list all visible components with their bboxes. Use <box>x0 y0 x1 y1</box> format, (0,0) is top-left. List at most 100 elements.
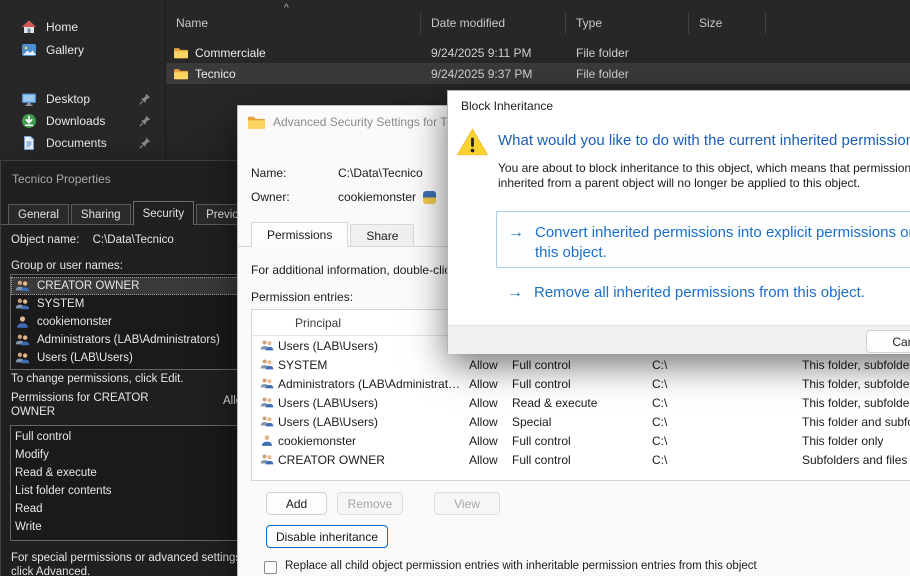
folder-icon <box>174 67 188 80</box>
permissions-for-label-line2: OWNER <box>11 405 149 419</box>
advanced-hint-line1: For special permissions or advanced sett… <box>11 551 244 565</box>
group-name: Administrators (LAB\Administrators) <box>37 334 220 346</box>
entry-access: Full control <box>512 434 652 448</box>
group-icon <box>15 297 30 311</box>
group-icon <box>260 339 274 352</box>
file-date-modified: 9/24/2025 9:37 PM <box>421 67 566 81</box>
permission-entry-row[interactable]: Users (LAB\Users) Allow Read & execute C… <box>252 393 910 412</box>
entry-applies-to: This folder, subfolders and files <box>802 396 910 410</box>
replace-permissions-checkbox[interactable] <box>264 561 277 574</box>
entry-principal: Users (LAB\Users) <box>278 415 469 429</box>
column-header-date-modified[interactable]: Date modified <box>421 12 566 34</box>
convert-permissions-label: Convert inherited permissions into expli… <box>535 223 910 267</box>
object-name-label: Object name: <box>11 234 79 246</box>
command-arrow-icon: → <box>508 223 524 267</box>
advanced-hint-line2: click Advanced. <box>11 565 244 576</box>
sidebar-item-desktop[interactable]: Desktop <box>6 88 158 110</box>
sidebar-item-documents[interactable]: Documents <box>6 132 158 154</box>
column-header-type[interactable]: Type <box>566 12 689 34</box>
sidebar-item-gallery[interactable]: Gallery <box>6 39 158 61</box>
entry-inherited-from: C:\ <box>652 415 802 429</box>
name-label: Name: <box>251 166 338 180</box>
dialog-title: Block Inheritance <box>461 99 553 113</box>
group-name: SYSTEM <box>37 298 84 310</box>
tab-permissions[interactable]: Permissions <box>251 222 348 247</box>
entry-principal: cookiemonster <box>278 434 469 448</box>
permissions-for-label-line1: Permissions for CREATOR <box>11 391 149 405</box>
entry-applies-to: Subfolders and files only <box>802 453 910 467</box>
group-list-label: Group or user names: <box>11 260 123 272</box>
permission-entry-row[interactable]: SYSTEM Allow Full control C:\ This folde… <box>252 355 910 374</box>
owner-row: Owner: cookiemonster <box>251 190 436 204</box>
permission-name: Read & execute <box>15 467 97 479</box>
permission-entry-row[interactable]: cookiemonster Allow Full control C:\ Thi… <box>252 431 910 450</box>
column-header-name[interactable]: Name ^ <box>166 12 421 34</box>
object-name-row: Object name: C:\Data\Tecnico <box>11 234 174 246</box>
disable-inheritance-button[interactable]: Disable inheritance <box>266 525 388 548</box>
entry-access: Full control <box>512 377 652 391</box>
sort-ascending-icon: ^ <box>284 3 289 14</box>
desktop-screen: Home Gallery Desktop Downloads Documents <box>0 0 910 576</box>
dialog-title: Tecnico Properties <box>12 172 111 186</box>
permission-name: Write <box>15 521 42 533</box>
sidebar-item-home[interactable]: Home <box>6 16 158 38</box>
advanced-hint-text: For special permissions or advanced sett… <box>11 551 244 576</box>
file-type: File folder <box>566 46 689 60</box>
group-icon <box>260 396 274 409</box>
home-icon <box>21 19 37 35</box>
tab-general[interactable]: General <box>8 204 69 225</box>
folder-icon <box>248 115 265 129</box>
sidebar-item-label: Desktop <box>46 92 90 106</box>
advanced-tabs: Permissions Share <box>251 222 416 247</box>
permission-entry-row[interactable]: Administrators (LAB\Administrators) Allo… <box>252 374 910 393</box>
permission-name: Read <box>15 503 43 515</box>
command-arrow-icon: → <box>507 283 523 303</box>
group-icon <box>15 333 30 347</box>
column-label: Size <box>699 16 722 30</box>
replace-permissions-label: Replace all child object permission entr… <box>285 560 757 572</box>
entry-inherited-from: C:\ <box>652 377 802 391</box>
entry-applies-to: This folder only <box>802 434 910 448</box>
cancel-button[interactable]: Cancel <box>866 330 910 353</box>
permission-entry-row[interactable]: CREATOR OWNER Allow Full control C:\ Sub… <box>252 450 910 469</box>
group-icon <box>260 415 274 428</box>
tab-share[interactable]: Share <box>350 224 414 247</box>
owner-label: Owner: <box>251 190 338 204</box>
body-line2: inherited from a parent object will no l… <box>498 176 910 191</box>
owner-avatar-icon <box>423 191 436 204</box>
column-header-principal[interactable]: Principal <box>295 316 341 330</box>
sidebar-item-label: Documents <box>46 136 107 150</box>
entry-access: Read & execute <box>512 396 652 410</box>
file-row-commerciale[interactable]: Commerciale 9/24/2025 9:11 PM File folde… <box>166 42 910 63</box>
convert-permissions-command-link[interactable]: → Convert inherited permissions into exp… <box>496 211 910 268</box>
entry-inherited-from: C:\ <box>652 396 802 410</box>
file-row-tecnico[interactable]: Tecnico 9/24/2025 9:37 PM File folder <box>166 63 910 84</box>
permission-entry-row[interactable]: Users (LAB\Users) Allow Special C:\ This… <box>252 412 910 431</box>
remove-permissions-command-link[interactable]: → Remove all inherited permissions from … <box>507 283 865 303</box>
file-type: File folder <box>566 67 689 81</box>
object-name-value: C:\Data\Tecnico <box>93 234 174 246</box>
convert-line1: Convert inherited permissions into expli… <box>535 223 910 243</box>
downloads-icon <box>21 113 37 129</box>
sidebar-item-label: Downloads <box>46 114 105 128</box>
file-date-modified: 9/24/2025 9:11 PM <box>421 46 566 60</box>
file-name: Commerciale <box>195 46 266 60</box>
column-header-size[interactable]: Size <box>689 12 766 34</box>
entry-applies-to: This folder and subfolders <box>802 415 910 429</box>
entry-type: Allow <box>469 434 512 448</box>
group-icon <box>260 358 274 371</box>
sidebar-item-downloads[interactable]: Downloads <box>6 110 158 132</box>
edit-hint-text: To change permissions, click Edit. <box>11 373 184 385</box>
tab-sharing[interactable]: Sharing <box>71 204 131 225</box>
entry-principal: Administrators (LAB\Administrators) <box>278 377 469 391</box>
view-button[interactable]: View <box>434 492 500 515</box>
tab-security[interactable]: Security <box>133 201 195 225</box>
sidebar-item-label: Gallery <box>46 43 84 57</box>
dialog-heading: What would you like to do with the curre… <box>498 132 910 149</box>
owner-value: cookiemonster <box>338 190 416 204</box>
entry-type: Allow <box>469 358 512 372</box>
entry-applies-to: This folder, subfolders and files <box>802 377 910 391</box>
remove-button[interactable]: Remove <box>337 492 403 515</box>
folder-icon <box>174 46 188 59</box>
add-button[interactable]: Add <box>266 492 327 515</box>
